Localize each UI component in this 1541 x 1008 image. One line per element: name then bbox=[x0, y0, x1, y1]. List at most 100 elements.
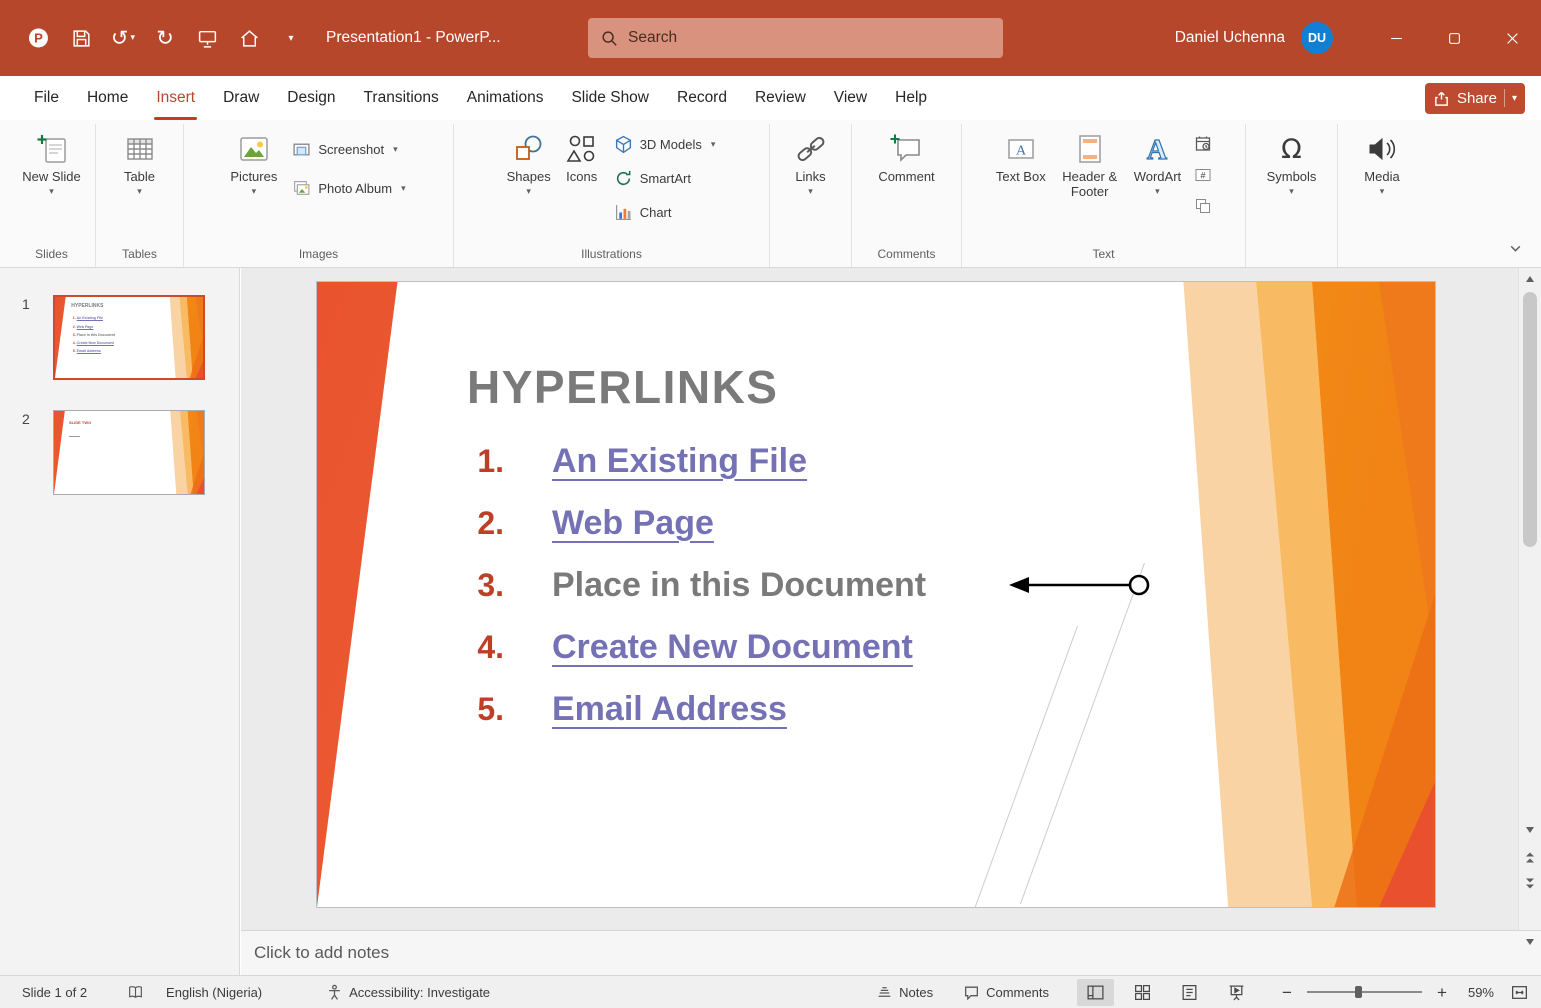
slideshow-view-button[interactable] bbox=[1218, 979, 1255, 1006]
tab-view[interactable]: View bbox=[820, 76, 881, 120]
avatar[interactable]: DU bbox=[1301, 22, 1333, 54]
svg-text:#: # bbox=[1201, 171, 1206, 181]
slide-number-button[interactable]: # bbox=[1192, 164, 1214, 186]
symbols-button[interactable]: Ω Symbols ▾ bbox=[1260, 124, 1324, 199]
minimize-button[interactable] bbox=[1367, 0, 1425, 76]
object-button[interactable] bbox=[1192, 195, 1214, 217]
scrollbar-thumb[interactable] bbox=[1523, 292, 1537, 547]
notes-toggle-button[interactable]: Notes bbox=[876, 984, 933, 1001]
zoom-slider[interactable] bbox=[1307, 991, 1422, 993]
smartart-button[interactable]: SmartArt bbox=[610, 167, 720, 190]
shapes-label: Shapes bbox=[507, 170, 551, 185]
screenshot-button[interactable]: Screenshot ▾ bbox=[288, 138, 409, 161]
comments-toggle-button[interactable]: Comments bbox=[963, 984, 1049, 1001]
start-slideshow-button[interactable] bbox=[186, 17, 228, 59]
zoom-slider-thumb[interactable] bbox=[1355, 986, 1362, 998]
close-button[interactable] bbox=[1483, 0, 1541, 76]
search-input[interactable] bbox=[628, 29, 991, 47]
header-footer-button[interactable]: Header & Footer bbox=[1053, 124, 1127, 202]
accessibility-button[interactable]: Accessibility: Investigate bbox=[326, 984, 490, 1001]
vertical-scrollbar[interactable] bbox=[1518, 268, 1541, 930]
reading-view-button[interactable] bbox=[1171, 979, 1208, 1006]
tab-animations[interactable]: Animations bbox=[453, 76, 558, 120]
slide-sorter-view-button[interactable] bbox=[1124, 979, 1161, 1006]
chevron-down-icon[interactable]: ▾ bbox=[1512, 93, 1517, 104]
scroll-down-button[interactable] bbox=[1519, 819, 1541, 841]
media-button[interactable]: Media ▾ bbox=[1357, 124, 1406, 199]
comment-button[interactable]: Comment bbox=[871, 124, 941, 187]
new-slide-button[interactable]: New Slide ▾ bbox=[15, 124, 88, 199]
tab-file[interactable]: File bbox=[20, 76, 73, 120]
notes-placeholder[interactable]: Click to add notes bbox=[254, 943, 389, 963]
tab-draw[interactable]: Draw bbox=[209, 76, 273, 120]
icons-icon bbox=[565, 131, 599, 167]
links-group: Links ▾ bbox=[770, 124, 852, 267]
home-button[interactable] bbox=[228, 17, 270, 59]
slide-thumbnail-1[interactable]: HYPERLINKS 1.An Existing File 2.Web Page… bbox=[53, 295, 205, 380]
share-button[interactable]: Share ▾ bbox=[1425, 83, 1525, 114]
wordart-button[interactable]: A WordArt ▾ bbox=[1127, 124, 1188, 199]
tables-group-label: Tables bbox=[99, 245, 180, 267]
3d-models-button[interactable]: 3D Models ▾ bbox=[610, 133, 720, 156]
tab-design[interactable]: Design bbox=[273, 76, 349, 120]
tab-insert[interactable]: Insert bbox=[142, 76, 209, 120]
photo-album-button[interactable]: Photo Album ▾ bbox=[288, 177, 409, 200]
3d-models-label: 3D Models bbox=[640, 137, 702, 152]
search-box[interactable] bbox=[588, 18, 1003, 58]
icons-button[interactable]: Icons bbox=[558, 124, 606, 187]
hyperlink-text[interactable]: An Existing File bbox=[552, 442, 807, 481]
table-button[interactable]: Table ▾ bbox=[116, 124, 164, 199]
tab-record[interactable]: Record bbox=[663, 76, 741, 120]
triangle-down-icon bbox=[1526, 939, 1534, 945]
pictures-button[interactable]: Pictures ▾ bbox=[223, 124, 284, 199]
maximize-button[interactable] bbox=[1425, 0, 1483, 76]
chart-button[interactable]: Chart bbox=[610, 201, 720, 224]
notes-pane[interactable]: Click to add notes bbox=[241, 930, 1541, 975]
redo-button[interactable]: ↻ bbox=[144, 17, 186, 59]
wordart-label: WordArt bbox=[1134, 170, 1181, 185]
tab-review[interactable]: Review bbox=[741, 76, 820, 120]
shapes-button[interactable]: Shapes ▾ bbox=[500, 124, 558, 199]
slide-indicator[interactable]: Slide 1 of 2 bbox=[22, 985, 87, 1000]
collapse-ribbon-button[interactable] bbox=[1508, 241, 1523, 259]
accessibility-icon bbox=[326, 984, 343, 1001]
list-number: 2. bbox=[462, 505, 504, 542]
save-button[interactable] bbox=[60, 17, 102, 59]
spell-check-button[interactable] bbox=[127, 984, 144, 1001]
links-label: Links bbox=[795, 170, 825, 185]
tab-help[interactable]: Help bbox=[881, 76, 941, 120]
slide-canvas[interactable]: HYPERLINKS 1. An Existing File 2. Web Pa… bbox=[316, 281, 1436, 908]
date-time-button[interactable] bbox=[1192, 133, 1214, 155]
undo-button[interactable]: ↺ ▾ bbox=[102, 17, 144, 59]
previous-slide-button[interactable] bbox=[1519, 846, 1541, 868]
symbols-icon: Ω bbox=[1281, 131, 1302, 167]
zoom-level[interactable]: 59% bbox=[1468, 985, 1494, 1000]
arrow-annotation[interactable] bbox=[1007, 565, 1157, 605]
plain-text[interactable]: Place in this Document bbox=[552, 566, 926, 605]
tab-home[interactable]: Home bbox=[73, 76, 142, 120]
zoom-in-button[interactable]: + bbox=[1434, 984, 1450, 1001]
date-time-icon bbox=[1194, 135, 1212, 153]
menubar: File Home Insert Draw Design Transitions… bbox=[0, 76, 1541, 120]
hyperlink-text[interactable]: Web Page bbox=[552, 504, 714, 543]
slide-thumbnail-2[interactable]: SLIDE TWO bbox=[53, 410, 205, 495]
normal-view-button[interactable] bbox=[1077, 979, 1114, 1006]
tab-slide-show[interactable]: Slide Show bbox=[557, 76, 663, 120]
customize-quick-access-button[interactable]: ▾ bbox=[270, 17, 312, 59]
zoom-out-button[interactable]: − bbox=[1279, 984, 1295, 1001]
text-box-button[interactable]: A Text Box bbox=[989, 124, 1053, 187]
hyperlink-text[interactable]: Create New Document bbox=[552, 628, 913, 667]
slide-title[interactable]: HYPERLINKS bbox=[467, 360, 778, 414]
user-name[interactable]: Daniel Uchenna bbox=[1175, 29, 1285, 47]
next-slide-button[interactable] bbox=[1519, 872, 1541, 894]
tables-group: Table ▾ Tables bbox=[96, 124, 184, 267]
scroll-up-button[interactable] bbox=[1519, 268, 1541, 290]
links-button[interactable]: Links ▾ bbox=[787, 124, 835, 199]
hyperlink-text[interactable]: Email Address bbox=[552, 690, 787, 729]
object-icon bbox=[1194, 197, 1212, 215]
notes-scroll-down-button[interactable] bbox=[1526, 939, 1534, 945]
tab-transitions[interactable]: Transitions bbox=[350, 76, 453, 120]
language-button[interactable]: English (Nigeria) bbox=[166, 985, 262, 1000]
home-icon bbox=[239, 28, 260, 49]
fit-to-window-button[interactable] bbox=[1510, 983, 1529, 1002]
